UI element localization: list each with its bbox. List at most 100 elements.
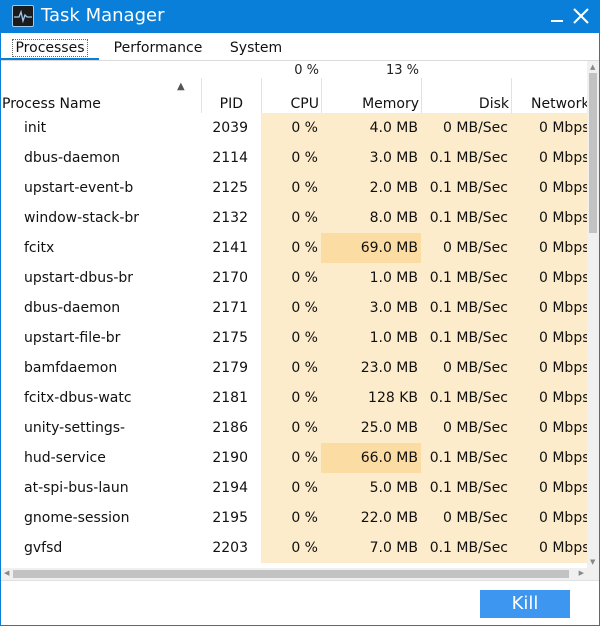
cpu-cell: 0 % xyxy=(261,143,321,173)
pid-cell: 2186 xyxy=(212,420,248,436)
table-row[interactable]: upstart-event-b 2125 0 % 2.0 MB 0.1 MB/Sec 0 … xyxy=(1,173,587,203)
table-row[interactable]: init 2039 0 % 4.0 MB 0 MB/Sec 0 Mbps xyxy=(1,113,587,143)
memory-cell: 2.0 MB xyxy=(321,173,421,203)
pid-cell: 2181 xyxy=(212,390,248,406)
cpu-cell: 0 % xyxy=(261,323,321,353)
process-name-cell: upstart-event-b xyxy=(24,180,134,196)
scroll-down-icon[interactable]: ▼ xyxy=(590,558,595,566)
column-header-network[interactable]: Network xyxy=(511,61,587,113)
table-row[interactable]: fcitx 2141 0 % 69.0 MB 0 MB/Sec 0 Mbps xyxy=(1,233,587,263)
title-bar[interactable]: Task Manager xyxy=(0,0,600,33)
memory-cell: 128 KB xyxy=(321,383,421,413)
memory-cell: 22.0 MB xyxy=(321,503,421,533)
disk-cell: 0 MB/Sec xyxy=(421,233,511,263)
footer-divider xyxy=(1,580,599,581)
disk-cell: 0.1 MB/Sec xyxy=(421,173,511,203)
minimize-icon xyxy=(551,20,563,22)
table-row[interactable]: upstart-dbus-br 2170 0 % 1.0 MB 0.1 MB/Sec 0 … xyxy=(1,263,587,293)
column-header-disk[interactable]: Disk xyxy=(421,61,511,113)
memory-cell: 3.0 MB xyxy=(321,293,421,323)
cpu-cell: 0 % xyxy=(261,413,321,443)
table-row[interactable]: dbus-daemon 2114 0 % 3.0 MB 0.1 MB/Sec 0 Mbps xyxy=(1,143,587,173)
network-cell: 0 Mbps xyxy=(511,263,587,293)
memory-cell: 1.0 MB xyxy=(321,323,421,353)
column-header-cpu[interactable]: 0 % CPU xyxy=(261,61,321,113)
process-table: Process Name ▲ PID 0 % CPU 13 % Memory D… xyxy=(1,61,587,568)
sort-ascending-icon: ▲ xyxy=(177,81,185,92)
disk-cell: 0.1 MB/Sec xyxy=(421,323,511,353)
column-header-process-name[interactable]: Process Name xyxy=(1,61,201,113)
memory-cell: 8.0 MB xyxy=(321,203,421,233)
process-name-cell: unity-settings- xyxy=(24,420,126,436)
table-row[interactable]: dbus-daemon 2171 0 % 3.0 MB 0.1 MB/Sec 0 Mbps xyxy=(1,293,587,323)
pid-cell: 2194 xyxy=(212,480,248,496)
network-cell: 0 Mbps xyxy=(511,293,587,323)
pid-cell: 2125 xyxy=(212,180,248,196)
pid-cell: 2170 xyxy=(212,270,248,286)
tab-system[interactable]: System xyxy=(219,33,293,60)
disk-cell: 0.1 MB/Sec xyxy=(421,443,511,473)
cpu-cell: 0 % xyxy=(261,233,321,263)
table-row[interactable]: upstart-file-br 2175 0 % 1.0 MB 0.1 MB/Sec 0 … xyxy=(1,323,587,353)
vertical-scroll-thumb[interactable] xyxy=(589,73,597,233)
cpu-cell: 0 % xyxy=(261,293,321,323)
process-name-cell: dbus-daemon xyxy=(24,150,121,166)
pid-cell: 2039 xyxy=(212,120,248,136)
tab-performance[interactable]: Performance xyxy=(103,33,213,60)
memory-cell: 4.0 MB xyxy=(321,113,421,143)
process-name-cell: window-stack-br xyxy=(24,210,140,226)
minimize-button[interactable] xyxy=(546,4,570,28)
table-row[interactable]: window-stack-br 2132 0 % 8.0 MB 0.1 MB/Sec 0 … xyxy=(1,203,587,233)
cpu-cell: 0 % xyxy=(261,383,321,413)
column-label: CPU xyxy=(290,96,319,112)
column-label: Disk xyxy=(478,96,509,112)
disk-cell: 0.1 MB/Sec xyxy=(421,203,511,233)
disk-cell: 0 MB/Sec xyxy=(421,353,511,383)
cpu-cell: 0 % xyxy=(261,263,321,293)
process-name-cell: upstart-dbus-br xyxy=(24,270,134,286)
cpu-cell: 0 % xyxy=(261,443,321,473)
scroll-left-icon[interactable]: ◀ xyxy=(4,569,9,577)
pid-cell: 2179 xyxy=(212,360,248,376)
column-header-pid[interactable]: PID xyxy=(201,61,261,113)
scrollbar-corner xyxy=(587,568,599,580)
table-row[interactable]: gvfsd 2203 0 % 7.0 MB 0.1 MB/Sec 0 Mbps xyxy=(1,533,587,563)
horizontal-scroll-thumb[interactable] xyxy=(13,570,569,578)
network-cell: 0 Mbps xyxy=(511,173,587,203)
memory-cell: 25.0 MB xyxy=(321,413,421,443)
table-row[interactable]: gnome-session 2195 0 % 22.0 MB 0 MB/Sec 0 Mbp… xyxy=(1,503,587,533)
activity-monitor-icon xyxy=(12,5,34,27)
table-row[interactable]: fcitx-dbus-watc 2181 0 % 128 KB 0.1 MB/Sec 0 … xyxy=(1,383,587,413)
pid-cell: 2141 xyxy=(212,240,248,256)
cpu-total: 0 % xyxy=(294,63,319,78)
vertical-scrollbar[interactable]: ▲ ▼ xyxy=(587,61,599,568)
tab-bar: Processes Performance System xyxy=(1,33,599,60)
column-label: PID xyxy=(219,96,243,112)
memory-cell: 1.0 MB xyxy=(321,263,421,293)
network-cell: 0 Mbps xyxy=(511,443,587,473)
close-icon xyxy=(573,8,589,24)
kill-button[interactable]: Kill xyxy=(480,590,570,618)
table-row[interactable]: unity-settings- 2186 0 % 25.0 MB 0 MB/Sec 0 M… xyxy=(1,413,587,443)
memory-cell: 7.0 MB xyxy=(321,533,421,563)
table-header: Process Name ▲ PID 0 % CPU 13 % Memory D… xyxy=(1,61,587,113)
tab-processes[interactable]: Processes xyxy=(1,33,99,60)
table-row[interactable]: hud-service 2190 0 % 66.0 MB 0.1 MB/Sec 0 Mbp… xyxy=(1,443,587,473)
scroll-up-icon[interactable]: ▲ xyxy=(590,63,595,71)
table-row[interactable]: bamfdaemon 2179 0 % 23.0 MB 0 MB/Sec 0 Mbps xyxy=(1,353,587,383)
network-cell: 0 Mbps xyxy=(511,473,587,503)
pid-cell: 2195 xyxy=(212,510,248,526)
horizontal-scrollbar[interactable]: ◀ ▶ xyxy=(1,568,587,580)
network-cell: 0 Mbps xyxy=(511,323,587,353)
disk-cell: 0.1 MB/Sec xyxy=(421,533,511,563)
scroll-right-icon[interactable]: ▶ xyxy=(579,569,584,577)
process-name-cell: dbus-daemon xyxy=(24,300,121,316)
column-header-memory[interactable]: 13 % Memory xyxy=(321,61,421,113)
table-row[interactable]: at-spi-bus-laun 2194 0 % 5.0 MB 0.1 MB/Sec 0 … xyxy=(1,473,587,503)
close-button[interactable] xyxy=(569,4,593,28)
disk-cell: 0.1 MB/Sec xyxy=(421,263,511,293)
pid-cell: 2114 xyxy=(212,150,248,166)
pid-cell: 2190 xyxy=(212,450,248,466)
disk-cell: 0 MB/Sec xyxy=(421,413,511,443)
cpu-cell: 0 % xyxy=(261,533,321,563)
